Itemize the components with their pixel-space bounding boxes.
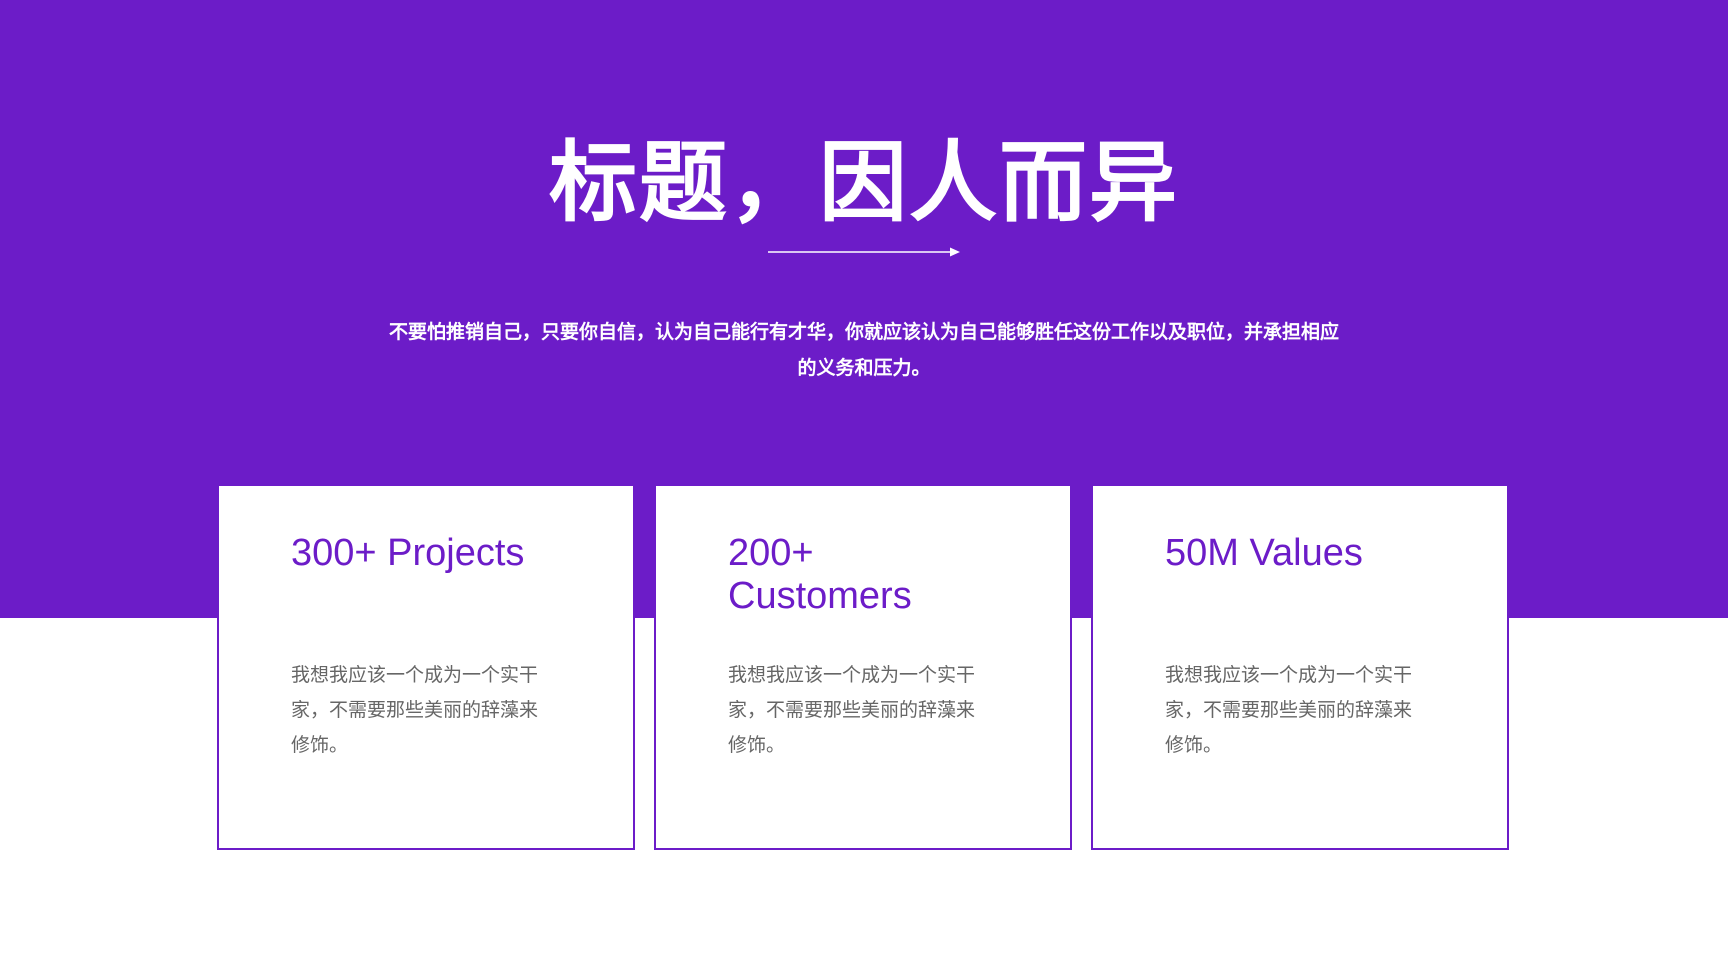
card-body-line-2: 家，不需要那些美丽的辞藻来 <box>291 699 539 721</box>
card-body-line-1: 我想我应该一个成为一个实干 <box>291 664 539 686</box>
card-heading-line-1: 300+ Projects <box>291 532 525 574</box>
card-body-line-1: 我想我应该一个成为一个实干 <box>1165 664 1413 686</box>
stat-card-projects: 300+ Projects 我想我应该一个成为一个实干 家，不需要那些美丽的辞藻… <box>217 484 635 850</box>
card-body-line-3: 修饰。 <box>291 734 349 756</box>
card-body-line-2: 家，不需要那些美丽的辞藻来 <box>728 699 976 721</box>
card-body-line-3: 修饰。 <box>728 734 786 756</box>
subtitle-line-2: 的义务和压力。 <box>797 357 931 379</box>
card-body-line-3: 修饰。 <box>1165 734 1223 756</box>
card-heading-line-2: Customers <box>728 575 912 617</box>
card-heading-line-1: 50M Values <box>1165 532 1363 574</box>
card-body-line-2: 家，不需要那些美丽的辞藻来 <box>1165 699 1413 721</box>
subtitle-line-1: 不要怕推销自己，只要你自信，认为自己能行有才华，你就应该认为自己能够胜任这份工作… <box>388 321 1339 343</box>
page-title: 标题，因人而异 <box>548 131 1179 234</box>
card-heading: 50M Values <box>1165 532 1465 575</box>
card-heading: 300+ Projects <box>291 532 591 575</box>
stat-card-customers: 200+ Customers 我想我应该一个成为一个实干 家，不需要那些美丽的辞… <box>654 484 1072 850</box>
card-body-line-1: 我想我应该一个成为一个实干 <box>728 664 976 686</box>
card-description: 我想我应该一个成为一个实干 家，不需要那些美丽的辞藻来 修饰。 <box>1165 658 1441 763</box>
card-description: 我想我应该一个成为一个实干 家，不需要那些美丽的辞藻来 修饰。 <box>291 658 567 763</box>
arrow-right-icon <box>768 247 960 257</box>
card-heading-line-1: 200+ <box>728 532 814 574</box>
card-heading: 200+ Customers <box>728 532 1028 618</box>
stat-card-values: 50M Values 我想我应该一个成为一个实干 家，不需要那些美丽的辞藻来 修… <box>1091 484 1509 850</box>
card-description: 我想我应该一个成为一个实干 家，不需要那些美丽的辞藻来 修饰。 <box>728 658 1004 763</box>
hero-subtitle: 不要怕推销自己，只要你自信，认为自己能行有才华，你就应该认为自己能够胜任这份工作… <box>360 314 1368 386</box>
